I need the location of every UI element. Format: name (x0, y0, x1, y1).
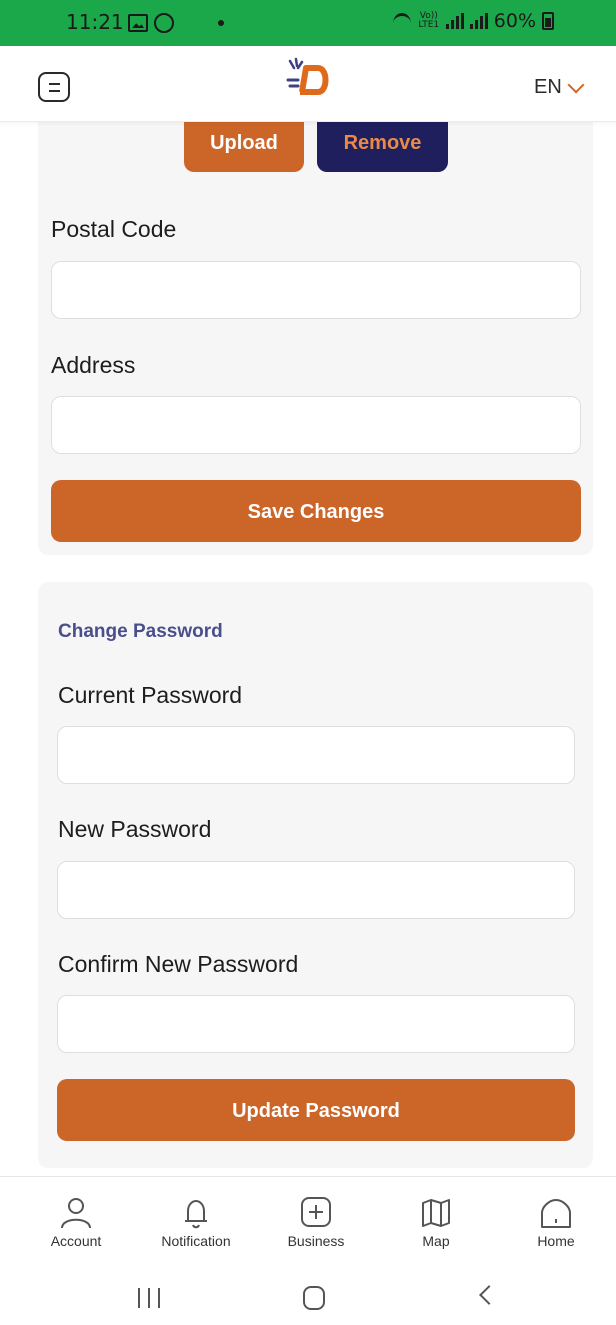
status-bar: 11:21 Vo)) LTE1 60% (0, 0, 616, 46)
logo-icon[interactable] (282, 56, 332, 108)
back-icon[interactable] (479, 1285, 499, 1305)
whatsapp-icon (154, 13, 174, 33)
change-password-title: Change Password (58, 621, 223, 642)
volte-label: Vo)) LTE1 (418, 11, 440, 30)
confirm-password-field[interactable] (57, 995, 575, 1053)
confirm-password-label: Confirm New Password (58, 951, 299, 977)
nav-notification-label: Notification (161, 1233, 231, 1249)
status-green-dot (566, 28, 572, 34)
update-password-button[interactable]: Update Password (57, 1079, 575, 1141)
system-home-icon[interactable] (303, 1286, 325, 1310)
status-indicators: Vo)) LTE1 60% (392, 10, 554, 32)
account-icon (61, 1198, 91, 1229)
signal-icon-2 (469, 13, 488, 29)
postal-code-field[interactable] (51, 261, 581, 319)
current-password-label: Current Password (58, 682, 243, 708)
gallery-icon (128, 14, 148, 32)
battery-icon (542, 12, 554, 30)
status-time: 11:21 (66, 10, 124, 34)
current-password-field[interactable] (57, 726, 575, 784)
notification-dot-icon (218, 20, 224, 26)
nav-home[interactable]: Home (506, 1197, 606, 1249)
nav-home-label: Home (537, 1233, 575, 1249)
home-icon (541, 1199, 571, 1228)
bottom-nav: Account Notification Business Map Home (0, 1176, 616, 1266)
address-field[interactable] (51, 396, 581, 454)
nav-account[interactable]: Account (26, 1197, 126, 1249)
bell-icon (185, 1200, 207, 1229)
app-header: EN (0, 46, 616, 122)
nav-notification[interactable]: Notification (146, 1197, 246, 1249)
signal-icon (445, 13, 464, 29)
status-bar-content: 11:21 Vo)) LTE1 60% (18, 0, 596, 46)
postal-code-label: Postal Code (51, 216, 177, 242)
menu-icon[interactable] (38, 72, 70, 102)
nav-account-label: Account (50, 1233, 102, 1249)
address-label: Address (51, 352, 136, 378)
plus-square-icon (301, 1197, 331, 1227)
recents-icon[interactable] (138, 1288, 160, 1308)
nav-business[interactable]: Business (266, 1197, 366, 1249)
wifi-icon (392, 13, 412, 29)
save-changes-button[interactable]: Save Changes (51, 480, 581, 542)
chevron-down-icon (567, 76, 585, 93)
nav-map-label: Map (422, 1233, 450, 1249)
language-label: EN (534, 76, 562, 98)
language-selector[interactable]: EN (534, 76, 585, 99)
nav-map[interactable]: Map (386, 1197, 486, 1249)
system-nav-bar (0, 1268, 616, 1325)
battery-percent: 60% (493, 10, 536, 32)
map-icon (422, 1199, 450, 1227)
nav-business-label: Business (287, 1233, 345, 1249)
new-password-label: New Password (58, 816, 212, 842)
new-password-field[interactable] (57, 861, 575, 919)
